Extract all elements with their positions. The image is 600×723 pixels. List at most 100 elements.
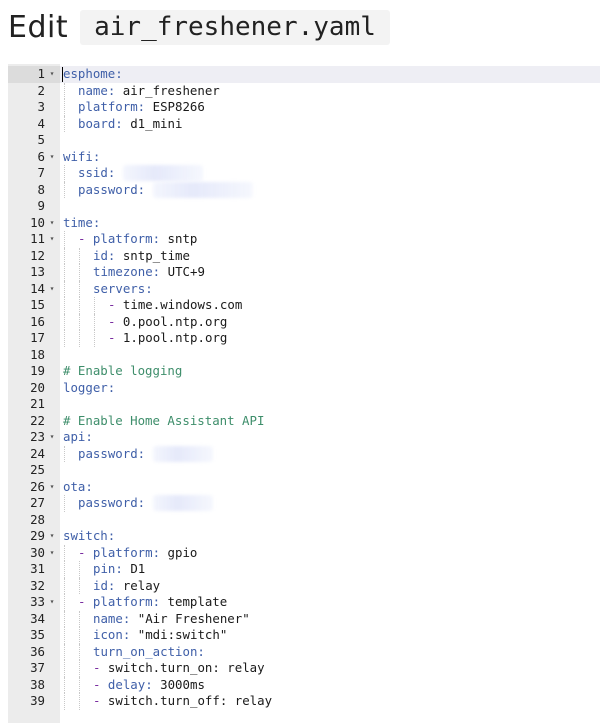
code-line[interactable] xyxy=(60,347,600,364)
line-number: 26 xyxy=(30,478,45,494)
code-line[interactable]: - switch.turn_off: relay xyxy=(60,693,600,710)
code-line[interactable]: ssid: xyxy=(60,165,600,182)
code-line[interactable]: # Enable Home Assistant API xyxy=(60,413,600,430)
code-line[interactable]: wifi: xyxy=(60,149,600,166)
code-token: platform: xyxy=(92,544,168,560)
code-line[interactable] xyxy=(60,396,600,413)
line-number-gutter: 1 ▾ 2 3 4 5 6 ▾ 7 8 9 10 ▾ 11 ▾ 12 13 14 ▾ 15 16 17 18 19 20 21 22… xyxy=(8,64,60,723)
fold-toggle-icon[interactable]: ▾ xyxy=(47,215,57,232)
fold-toggle-icon[interactable]: ▾ xyxy=(47,594,57,611)
indent-guide xyxy=(64,280,65,297)
code-line[interactable]: pin: D1 xyxy=(60,561,600,578)
code-line-text: - switch.turn_on: relay xyxy=(93,660,265,677)
code-line[interactable]: turn_on_action: xyxy=(60,643,600,660)
code-line[interactable]: logger: xyxy=(60,380,600,397)
code-line[interactable]: switch: xyxy=(60,528,600,545)
code-line[interactable]: - platform: sntp xyxy=(60,231,600,248)
code-line[interactable]: password: xyxy=(60,445,600,462)
redacted-value xyxy=(153,445,213,462)
indent-guide xyxy=(64,313,65,330)
gutter-cell: 30 ▾ xyxy=(8,545,60,562)
gutter-cell: 10 ▾ xyxy=(8,215,60,232)
gutter-cell: 11 ▾ xyxy=(8,231,60,248)
code-line-text: - time.windows.com xyxy=(108,297,242,314)
fold-toggle-icon[interactable]: ▾ xyxy=(47,231,57,248)
fold-toggle-icon[interactable]: ▾ xyxy=(47,429,57,446)
line-number: 24 xyxy=(30,445,45,461)
code-token: sntp xyxy=(167,231,198,246)
code-line[interactable]: password: xyxy=(60,495,600,512)
code-line[interactable]: icon: "mdi:switch" xyxy=(60,627,600,644)
code-token: name: xyxy=(93,610,138,626)
code-token: # Enable Home Assistant API xyxy=(63,412,265,428)
code-line[interactable]: id: sntp_time xyxy=(60,247,600,264)
code-line[interactable] xyxy=(60,198,600,215)
code-line[interactable]: servers: xyxy=(60,280,600,297)
code-line-text: id: relay xyxy=(93,578,160,595)
fold-toggle-icon[interactable]: ▾ xyxy=(47,479,57,496)
code-line[interactable]: password: xyxy=(60,181,600,198)
code-token: ota: xyxy=(63,478,93,494)
code-token: "mdi:switch" xyxy=(137,627,228,642)
code-line[interactable]: - 0.pool.ntp.org xyxy=(60,313,600,330)
code-line[interactable] xyxy=(60,512,600,529)
indent-guide xyxy=(79,693,80,710)
code-token: icon: xyxy=(93,627,138,642)
code-line[interactable]: api: xyxy=(60,429,600,446)
code-token: sntp_time xyxy=(122,247,190,263)
code-line[interactable]: platform: ESP8266 xyxy=(60,99,600,116)
code-token: time.windows.com xyxy=(122,297,243,312)
indent-guide xyxy=(79,313,80,330)
line-number: 23 xyxy=(30,429,45,444)
fold-toggle-icon[interactable]: ▾ xyxy=(47,545,57,562)
line-number: 17 xyxy=(30,330,45,345)
code-token: - xyxy=(108,297,123,312)
code-line[interactable]: ota: xyxy=(60,479,600,496)
yaml-code-editor[interactable]: 1 ▾ 2 3 4 5 6 ▾ 7 8 9 10 ▾ 11 ▾ 12 13 14 ▾ 15 16 17 18 19 20 21 22… xyxy=(8,64,600,723)
gutter-cell: 25 xyxy=(8,462,60,479)
line-number: 31 xyxy=(30,561,45,576)
gutter-cell: 15 xyxy=(8,297,60,314)
code-line[interactable]: esphome: xyxy=(60,66,600,83)
code-line[interactable]: timezone: UTC+9 xyxy=(60,264,600,281)
fold-toggle-icon[interactable]: ▾ xyxy=(47,528,57,545)
code-text-area[interactable]: esphome: name: air_freshener platform: ESP… xyxy=(60,64,600,723)
line-number: 6 xyxy=(37,148,45,164)
gutter-cell: 34 xyxy=(8,611,60,628)
code-token: board: xyxy=(78,115,131,131)
indent-guide xyxy=(64,577,65,594)
gutter-cell: 21 xyxy=(8,396,60,413)
code-line[interactable]: board: d1_mini xyxy=(60,115,600,132)
code-token: platform: xyxy=(78,99,153,114)
line-number: 8 xyxy=(37,181,45,197)
code-token: switch: xyxy=(63,528,116,543)
code-line[interactable]: - platform: template xyxy=(60,594,600,611)
gutter-cell: 22 xyxy=(8,413,60,430)
fold-toggle-icon[interactable]: ▾ xyxy=(47,281,57,298)
code-line[interactable]: - time.windows.com xyxy=(60,297,600,314)
gutter-cell: 37 xyxy=(8,660,60,677)
code-line[interactable] xyxy=(60,462,600,479)
code-line[interactable]: name: "Air Freshener" xyxy=(60,610,600,627)
code-line[interactable]: - delay: 3000ms xyxy=(60,676,600,693)
indent-guide xyxy=(79,577,80,594)
indent-guide xyxy=(94,330,95,347)
code-line[interactable] xyxy=(60,132,600,149)
code-line-text: - platform: sntp xyxy=(78,231,197,248)
code-token: D1 xyxy=(130,561,146,576)
code-line[interactable]: id: relay xyxy=(60,577,600,595)
code-token: delay: xyxy=(107,676,161,692)
fold-toggle-icon[interactable]: ▾ xyxy=(47,66,57,83)
code-line[interactable]: # Enable logging xyxy=(60,363,600,380)
code-line[interactable]: name: air_freshener xyxy=(60,82,600,99)
code-line[interactable]: - platform: gpio xyxy=(60,544,600,561)
code-line[interactable]: time: xyxy=(60,215,600,232)
line-number: 29 xyxy=(30,528,45,543)
code-token: password: xyxy=(78,495,153,510)
code-line[interactable]: - 1.pool.ntp.org xyxy=(60,330,600,347)
gutter-cell: 36 xyxy=(8,644,60,661)
code-line-text: esphome: xyxy=(63,66,123,83)
code-line[interactable]: - switch.turn_on: relay xyxy=(60,660,600,677)
indent-guide xyxy=(64,247,65,264)
fold-toggle-icon[interactable]: ▾ xyxy=(47,149,57,166)
